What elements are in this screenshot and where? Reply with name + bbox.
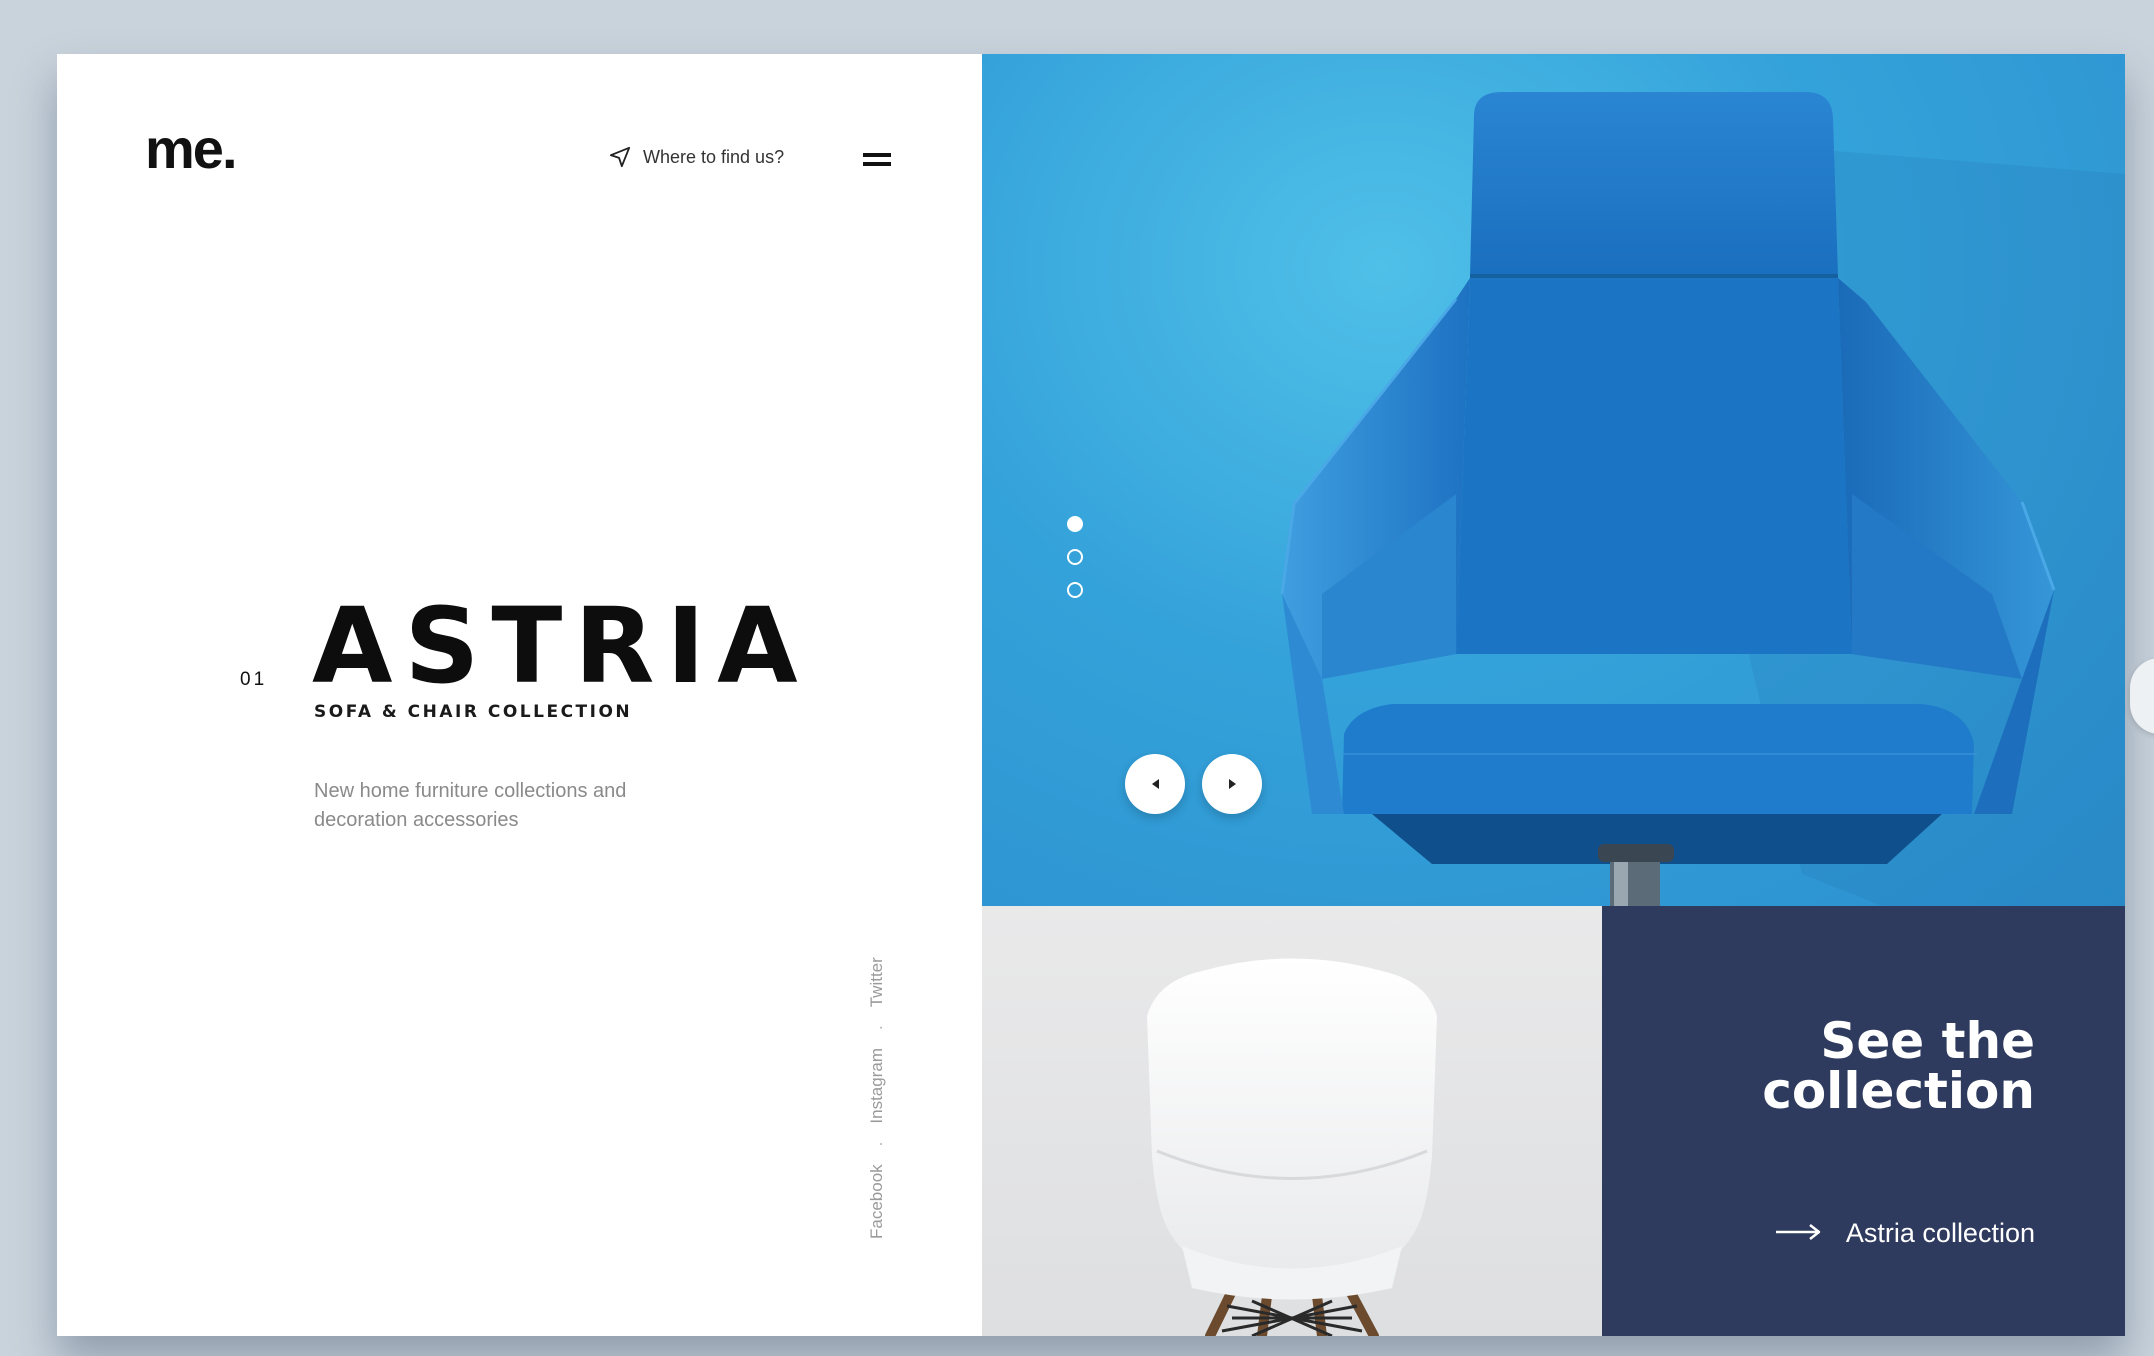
social-separator: .	[867, 1141, 886, 1147]
hero-image-blue-chair	[982, 54, 2125, 906]
arrow-right-icon	[1775, 1218, 1822, 1249]
slider-dot-2[interactable]	[1067, 549, 1083, 565]
astria-collection-link[interactable]: Astria collection	[1775, 1218, 2035, 1249]
find-us-link[interactable]: Where to find us?	[609, 146, 784, 168]
hero-title: ASTRIA	[312, 585, 810, 707]
slider-next-button[interactable]	[1202, 754, 1262, 814]
navigation-arrow-icon	[609, 146, 631, 168]
social-link-twitter[interactable]: Twitter	[867, 957, 887, 1007]
side-scroll-handle[interactable]	[2130, 658, 2154, 734]
logo[interactable]: me.	[145, 116, 237, 181]
slider-prev-button[interactable]	[1125, 754, 1185, 814]
social-link-facebook[interactable]: Facebook	[867, 1164, 887, 1239]
white-chair-illustration	[1147, 958, 1437, 1336]
chevron-right-icon	[1228, 779, 1236, 789]
hero-subtitle: SOFA & CHAIR COLLECTION	[314, 702, 633, 722]
slider-dot-3[interactable]	[1067, 582, 1083, 598]
cta-title: See the collection	[1675, 1016, 2035, 1116]
slide-number: 01	[240, 669, 268, 690]
page-frame: me. Where to find us? 01 ASTRIA SOFA & C…	[57, 54, 2125, 1336]
tile-white-chair-image[interactable]	[982, 906, 1602, 1336]
astria-collection-label: Astria collection	[1845, 1218, 2035, 1248]
slider-dot-1[interactable]	[1067, 516, 1083, 532]
social-link-instagram[interactable]: Instagram	[867, 1048, 887, 1124]
chevron-left-icon	[1151, 779, 1159, 789]
cta-title-line-2: collection	[1762, 1062, 2035, 1120]
find-us-label: Where to find us?	[643, 146, 785, 167]
tile-see-collection: See the collection Astria collection	[1602, 906, 2125, 1336]
cta-title-line-1: See the	[1820, 1012, 2035, 1070]
social-separator: .	[867, 1025, 886, 1030]
social-links: Facebook . Instagram . Twitter	[867, 957, 887, 1239]
hero-description: New home furniture collections and decor…	[314, 780, 627, 831]
hamburger-menu-icon[interactable]	[863, 149, 893, 171]
left-panel: me. Where to find us? 01 ASTRIA SOFA & C…	[57, 54, 982, 1336]
